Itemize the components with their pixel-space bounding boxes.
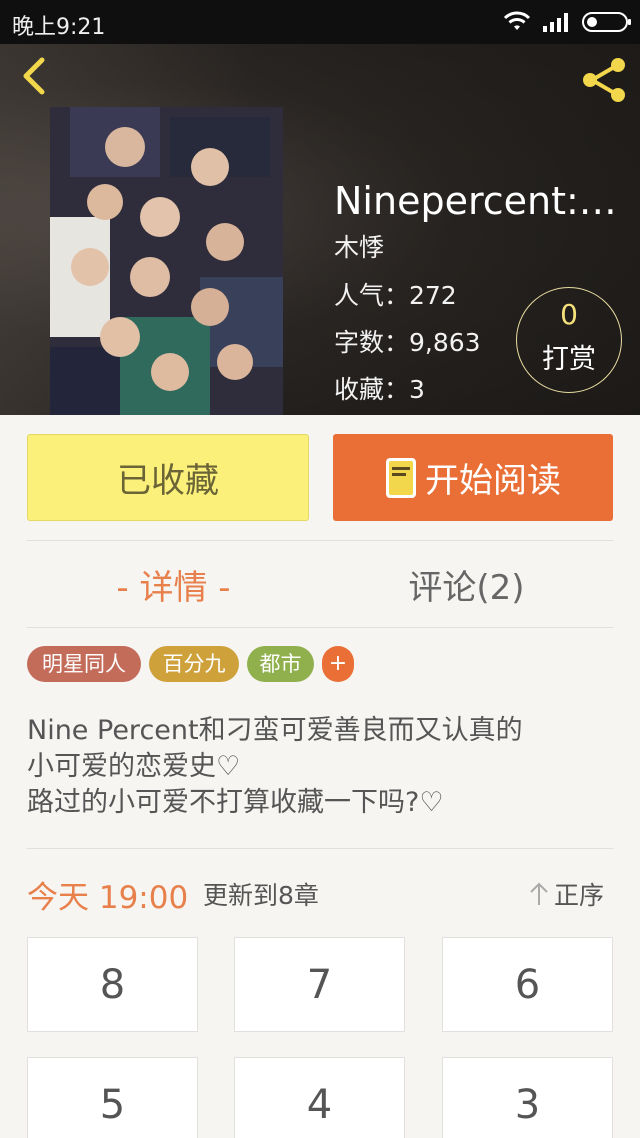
chapter-button[interactable]: 5 bbox=[27, 1057, 198, 1138]
reward-label: 打赏 bbox=[542, 344, 596, 375]
word-count-stat: 字数：9,863 bbox=[334, 328, 481, 357]
start-reading-button[interactable]: 开始阅读 bbox=[333, 434, 613, 521]
favorites-stat: 收藏：3 bbox=[334, 375, 425, 404]
add-tag-button[interactable]: + bbox=[322, 646, 354, 682]
reward-count: 0 bbox=[560, 298, 578, 331]
favorite-button-label: 已收藏 bbox=[117, 461, 219, 501]
chapter-button[interactable]: 4 bbox=[234, 1057, 405, 1138]
description-line: 小可爱的恋爱史♡ bbox=[27, 751, 241, 782]
wifi-icon bbox=[503, 11, 531, 30]
arrow-up-icon bbox=[530, 882, 548, 905]
sort-order-label: 正序 bbox=[554, 881, 605, 910]
description-line: 路过的小可爱不打算收藏一下吗?♡ bbox=[27, 787, 444, 818]
favorite-button[interactable]: 已收藏 bbox=[27, 434, 309, 521]
book-author[interactable]: 木悸 bbox=[334, 228, 384, 264]
book-cover-image[interactable] bbox=[50, 107, 283, 415]
divider bbox=[27, 540, 613, 541]
divider bbox=[27, 627, 613, 628]
update-info: 更新到8章 bbox=[203, 881, 319, 910]
back-arrow-icon[interactable] bbox=[14, 56, 54, 96]
battery-icon bbox=[582, 12, 631, 32]
chapter-button[interactable]: 8 bbox=[27, 937, 198, 1032]
tag-star-fanfic[interactable]: 明星同人 bbox=[27, 646, 141, 682]
book-description: Nine Percent和刁蛮可爱善良而又认真的 小可爱的恋爱史♡ 路过的小可爱… bbox=[27, 713, 627, 821]
status-time: 晚上9:21 bbox=[12, 15, 106, 40]
tab-comments[interactable]: 评论(2) bbox=[320, 560, 613, 609]
chapter-button[interactable]: 7 bbox=[234, 937, 405, 1032]
book-icon bbox=[386, 457, 416, 498]
tag-city[interactable]: 都市 bbox=[247, 646, 314, 682]
signal-icon bbox=[543, 13, 568, 32]
chapter-button[interactable]: 6 bbox=[442, 937, 613, 1032]
update-time: 今天 19:00 bbox=[27, 880, 189, 916]
share-icon[interactable] bbox=[578, 54, 630, 106]
popularity-stat: 人气：272 bbox=[334, 281, 457, 310]
sort-order-button[interactable]: 正序 bbox=[528, 876, 604, 912]
tab-details[interactable]: - 详情 - bbox=[27, 560, 320, 609]
start-reading-label: 开始阅读 bbox=[425, 461, 561, 501]
book-title: Ninepercent:不… bbox=[334, 179, 640, 223]
description-line: Nine Percent和刁蛮可爱善良而又认真的 bbox=[27, 715, 523, 746]
chapter-button[interactable]: 3 bbox=[442, 1057, 613, 1138]
divider bbox=[27, 848, 613, 849]
book-header: Ninepercent:不… 木悸 人气：272 字数：9,863 收藏：3 0… bbox=[0, 44, 640, 415]
reward-button[interactable]: 0 打赏 bbox=[516, 287, 622, 393]
status-bar: 晚上9:21 bbox=[0, 0, 640, 44]
tag-ninepercent[interactable]: 百分九 bbox=[149, 646, 239, 682]
